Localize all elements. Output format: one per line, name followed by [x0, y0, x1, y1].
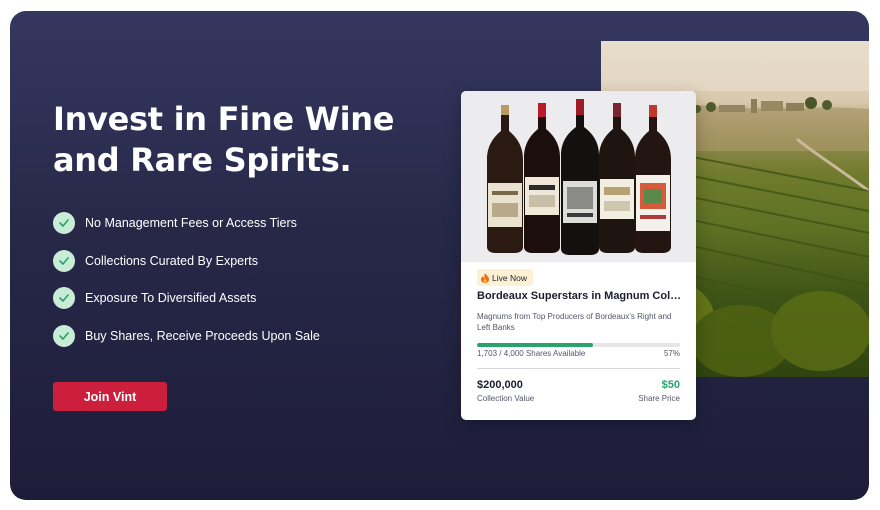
collection-description: Magnums from Top Producers of Bordeaux's… [477, 312, 672, 332]
hero-section: Invest in Fine Wine and Rare Spirits. No… [10, 11, 869, 500]
feature-text: No Management Fees or Access Tiers [85, 216, 297, 230]
wine-bottles-image [461, 91, 696, 262]
collection-value-label: Collection Value [477, 394, 535, 403]
feature-item: Buy Shares, Receive Proceeds Upon Sale [53, 324, 320, 347]
shares-available: 1,703 / 4,000 Shares Available [477, 349, 586, 358]
live-now-badge: Live Now [477, 269, 533, 286]
collection-value: $200,000 [477, 379, 523, 391]
feature-text: Collections Curated By Experts [85, 253, 258, 268]
listing-card[interactable]: Live Now Bordeaux Superstars in Magnum C… [461, 91, 696, 420]
fire-icon [481, 272, 489, 283]
hero-headline: Invest in Fine Wine and Rare Spirits. [53, 100, 395, 179]
progress-percent: 57% [663, 349, 680, 358]
share-price-label: Share Price [638, 394, 680, 403]
feature-list: No Management Fees or Access Tiers Colle… [53, 212, 320, 362]
shares-progress-bar [477, 343, 680, 347]
feature-item: Exposure To Diversified Assets [53, 287, 320, 309]
feature-text: Buy Shares, Receive Proceeds Upon Sale [85, 328, 320, 343]
collection-title[interactable]: Bordeaux Superstars in Magnum Coll... [477, 290, 682, 302]
feature-item: Collections Curated By Experts [53, 249, 320, 272]
feature-item: No Management Fees or Access Tiers [53, 212, 320, 234]
share-price: $50 [661, 379, 680, 391]
check-icon [53, 212, 75, 234]
check-icon [53, 324, 75, 347]
check-icon [53, 287, 75, 309]
join-vint-button[interactable]: Join Vint [53, 382, 167, 411]
badge-label: Live Now [492, 272, 527, 283]
shares-progress-fill [477, 343, 593, 347]
feature-text: Exposure To Diversified Assets [85, 291, 257, 305]
card-divider [477, 368, 680, 369]
check-icon [53, 249, 75, 272]
